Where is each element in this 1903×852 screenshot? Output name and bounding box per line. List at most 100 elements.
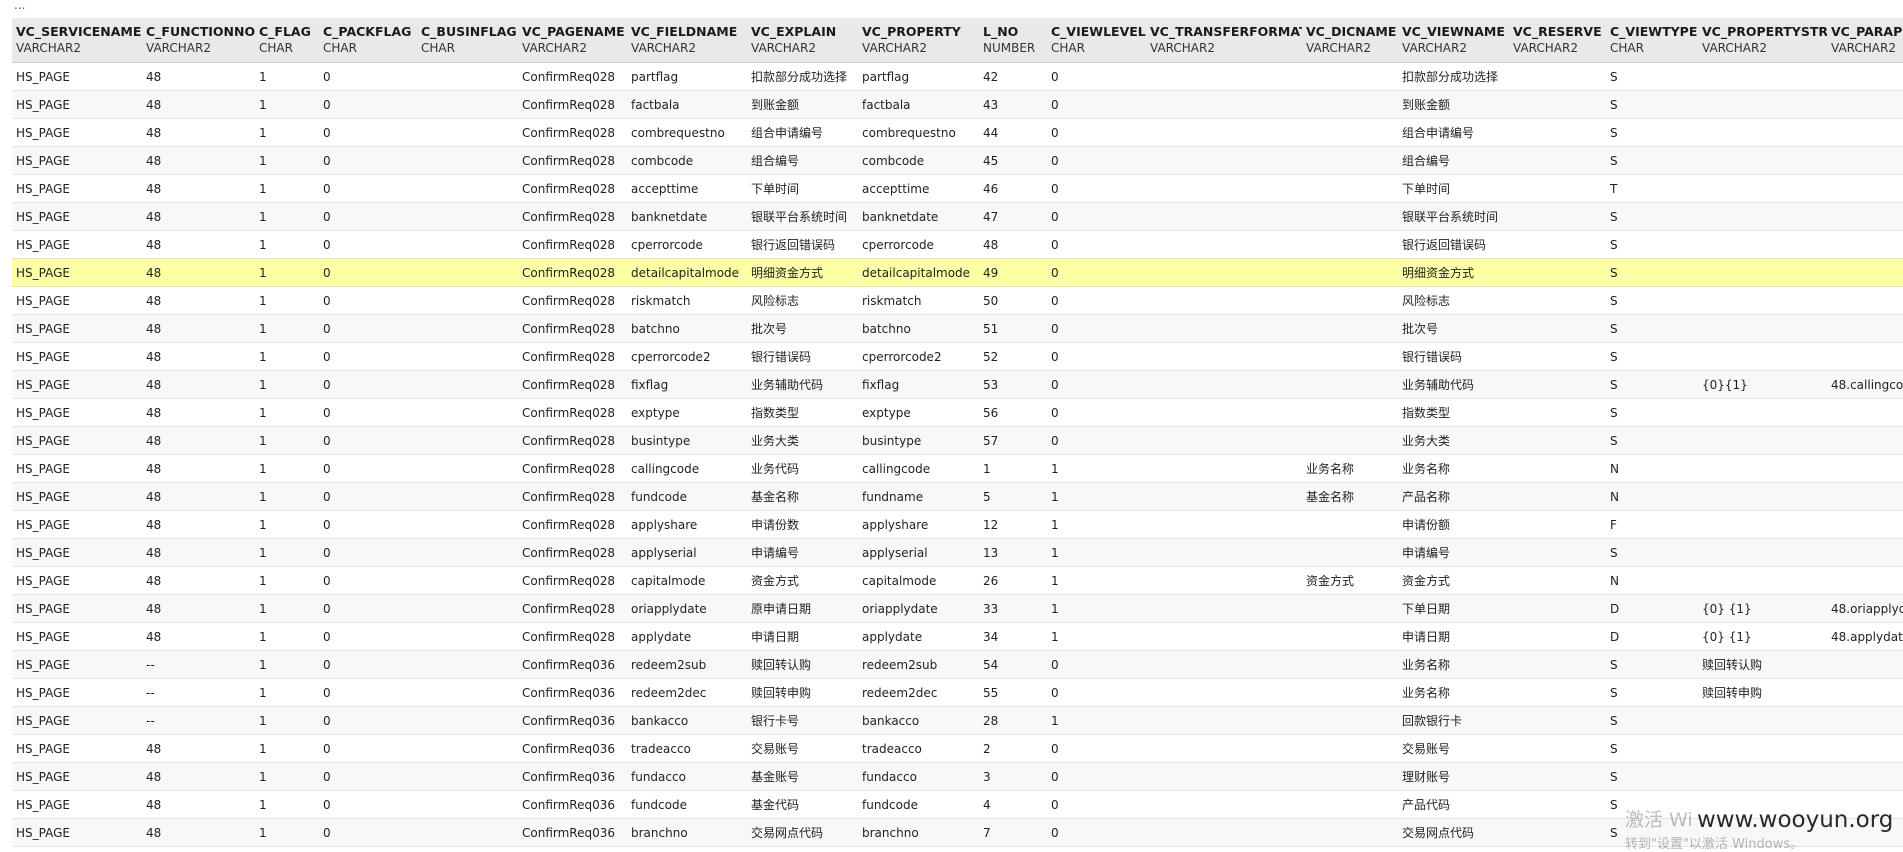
cell-c-businflag[interactable]: [417, 650, 518, 679]
cell-vc-fieldname[interactable]: branchno: [627, 818, 747, 847]
cell-vc-pagename[interactable]: ConfirmReq036: [518, 734, 627, 763]
cell-c-businflag[interactable]: [417, 706, 518, 735]
cell-vc-propertystr[interactable]: [1698, 90, 1827, 119]
cell-vc-dicname[interactable]: [1302, 594, 1398, 623]
cell-l-no[interactable]: 57: [979, 426, 1047, 455]
cell-c-packflag[interactable]: 0: [319, 622, 417, 651]
table-row[interactable]: HS_PAGE 48 1 0 ConfirmReq028 oriapplydate 原申请日…: [12, 594, 1903, 623]
cell-vc-parapr[interactable]: [1827, 482, 1903, 511]
cell-vc-fieldname[interactable]: cperrorcode: [627, 230, 747, 259]
cell-c-flag[interactable]: 1: [255, 510, 319, 539]
cell-c-packflag[interactable]: 0: [319, 426, 417, 455]
cell-vc-reserve[interactable]: [1509, 818, 1606, 847]
cell-vc-fieldname[interactable]: fundcode: [627, 482, 747, 511]
cell-vc-fieldname[interactable]: applydate: [627, 622, 747, 651]
table-row[interactable]: HS_PAGE -- 1 0 ConfirmReq036 bankacco 银行卡号 bank…: [12, 706, 1903, 735]
cell-vc-reserve[interactable]: [1509, 650, 1606, 679]
cell-vc-transferformat[interactable]: [1146, 90, 1302, 119]
cell-c-businflag[interactable]: [417, 734, 518, 763]
cell-vc-fieldname[interactable]: oriapplydate: [627, 594, 747, 623]
cell-c-viewtype[interactable]: S: [1606, 650, 1698, 679]
cell-c-businflag[interactable]: [417, 790, 518, 819]
cell-vc-reserve[interactable]: [1509, 594, 1606, 623]
cell-vc-dicname[interactable]: [1302, 650, 1398, 679]
cell-vc-transferformat[interactable]: [1146, 818, 1302, 847]
cell-vc-pagename[interactable]: ConfirmReq028: [518, 174, 627, 203]
cell-vc-parapr[interactable]: [1827, 454, 1903, 483]
table-row[interactable]: HS_PAGE 48 1 0 ConfirmReq028 combrequestno 组合申…: [12, 118, 1903, 147]
cell-vc-pagename[interactable]: ConfirmReq028: [518, 146, 627, 175]
cell-c-flag[interactable]: 1: [255, 454, 319, 483]
cell-vc-reserve[interactable]: [1509, 706, 1606, 735]
cell-vc-parapr[interactable]: [1827, 790, 1903, 819]
cell-c-viewtype[interactable]: S: [1606, 790, 1698, 819]
cell-vc-reserve[interactable]: [1509, 510, 1606, 539]
cell-vc-viewname[interactable]: 申请编号: [1398, 538, 1509, 567]
cell-vc-dicname[interactable]: [1302, 426, 1398, 455]
cell-vc-transferformat[interactable]: [1146, 790, 1302, 819]
cell-vc-reserve[interactable]: [1509, 62, 1606, 91]
cell-c-flag[interactable]: 1: [255, 146, 319, 175]
cell-vc-reserve[interactable]: [1509, 370, 1606, 399]
cell-vc-pagename[interactable]: ConfirmReq028: [518, 594, 627, 623]
table-row[interactable]: HS_PAGE 48 1 0 ConfirmReq028 busintype 业务大类 bus…: [12, 426, 1903, 455]
cell-vc-fieldname[interactable]: combcode: [627, 146, 747, 175]
cell-vc-dicname[interactable]: [1302, 230, 1398, 259]
cell-c-functionno[interactable]: 48: [142, 566, 255, 595]
cell-vc-transferformat[interactable]: [1146, 594, 1302, 623]
cell-l-no[interactable]: 54: [979, 650, 1047, 679]
cell-c-viewtype[interactable]: S: [1606, 202, 1698, 231]
cell-vc-servicename[interactable]: HS_PAGE: [12, 650, 142, 679]
cell-c-viewlevel[interactable]: 0: [1047, 650, 1146, 679]
cell-c-businflag[interactable]: [417, 594, 518, 623]
cell-vc-transferformat[interactable]: [1146, 454, 1302, 483]
cell-l-no[interactable]: 7: [979, 818, 1047, 847]
cell-vc-property[interactable]: tradeacco: [858, 734, 979, 763]
cell-vc-property[interactable]: accepttime: [858, 174, 979, 203]
cell-vc-propertystr[interactable]: [1698, 790, 1827, 819]
cell-l-no[interactable]: 48: [979, 230, 1047, 259]
cell-vc-dicname[interactable]: [1302, 790, 1398, 819]
cell-c-businflag[interactable]: [417, 622, 518, 651]
column-header-c-packflag[interactable]: C_PACKFLAG CHAR: [319, 18, 417, 63]
cell-l-no[interactable]: 44: [979, 118, 1047, 147]
cell-vc-dicname[interactable]: 业务名称: [1302, 454, 1398, 483]
cell-vc-dicname[interactable]: [1302, 398, 1398, 427]
cell-vc-transferformat[interactable]: [1146, 538, 1302, 567]
table-row[interactable]: HS_PAGE 48 1 0 ConfirmReq028 fixflag 业务辅助代码 fix…: [12, 370, 1903, 399]
cell-vc-property[interactable]: applyshare: [858, 510, 979, 539]
cell-l-no[interactable]: 2: [979, 734, 1047, 763]
cell-c-packflag[interactable]: 0: [319, 566, 417, 595]
cell-vc-propertystr[interactable]: [1698, 454, 1827, 483]
cell-vc-viewname[interactable]: 业务名称: [1398, 678, 1509, 707]
table-row[interactable]: HS_PAGE 48 1 0 ConfirmReq028 batchno 批次号 batchn…: [12, 314, 1903, 343]
cell-l-no[interactable]: 53: [979, 370, 1047, 399]
cell-c-viewlevel[interactable]: 0: [1047, 62, 1146, 91]
cell-c-businflag[interactable]: [417, 566, 518, 595]
cell-vc-property[interactable]: capitalmode: [858, 566, 979, 595]
column-header-vc-fieldname[interactable]: VC_FIELDNAME VARCHAR2: [627, 18, 747, 63]
cell-c-flag[interactable]: 1: [255, 762, 319, 791]
cell-l-no[interactable]: 13: [979, 538, 1047, 567]
cell-vc-servicename[interactable]: HS_PAGE: [12, 118, 142, 147]
cell-vc-transferformat[interactable]: [1146, 706, 1302, 735]
cell-vc-propertystr[interactable]: [1698, 342, 1827, 371]
cell-l-no[interactable]: 4: [979, 790, 1047, 819]
table-row[interactable]: HS_PAGE 48 1 0 ConfirmReq028 applydate 申请日期 app…: [12, 622, 1903, 651]
cell-vc-dicname[interactable]: [1302, 538, 1398, 567]
cell-vc-servicename[interactable]: HS_PAGE: [12, 62, 142, 91]
cell-c-functionno[interactable]: 48: [142, 454, 255, 483]
cell-c-packflag[interactable]: 0: [319, 594, 417, 623]
cell-c-viewtype[interactable]: S: [1606, 342, 1698, 371]
cell-vc-explain[interactable]: 资金方式: [747, 566, 858, 595]
cell-c-businflag[interactable]: [417, 146, 518, 175]
cell-vc-transferformat[interactable]: [1146, 286, 1302, 315]
table-row[interactable]: HS_PAGE 48 1 0 ConfirmReq028 factbala 到账金额 fact…: [12, 90, 1903, 119]
column-header-c-viewtype[interactable]: C_VIEWTYPE CHAR: [1606, 18, 1698, 63]
cell-vc-dicname[interactable]: [1302, 370, 1398, 399]
cell-vc-viewname[interactable]: 资金方式: [1398, 566, 1509, 595]
cell-vc-pagename[interactable]: ConfirmReq028: [518, 314, 627, 343]
cell-vc-fieldname[interactable]: fixflag: [627, 370, 747, 399]
cell-vc-property[interactable]: fundname: [858, 482, 979, 511]
cell-c-businflag[interactable]: [417, 230, 518, 259]
